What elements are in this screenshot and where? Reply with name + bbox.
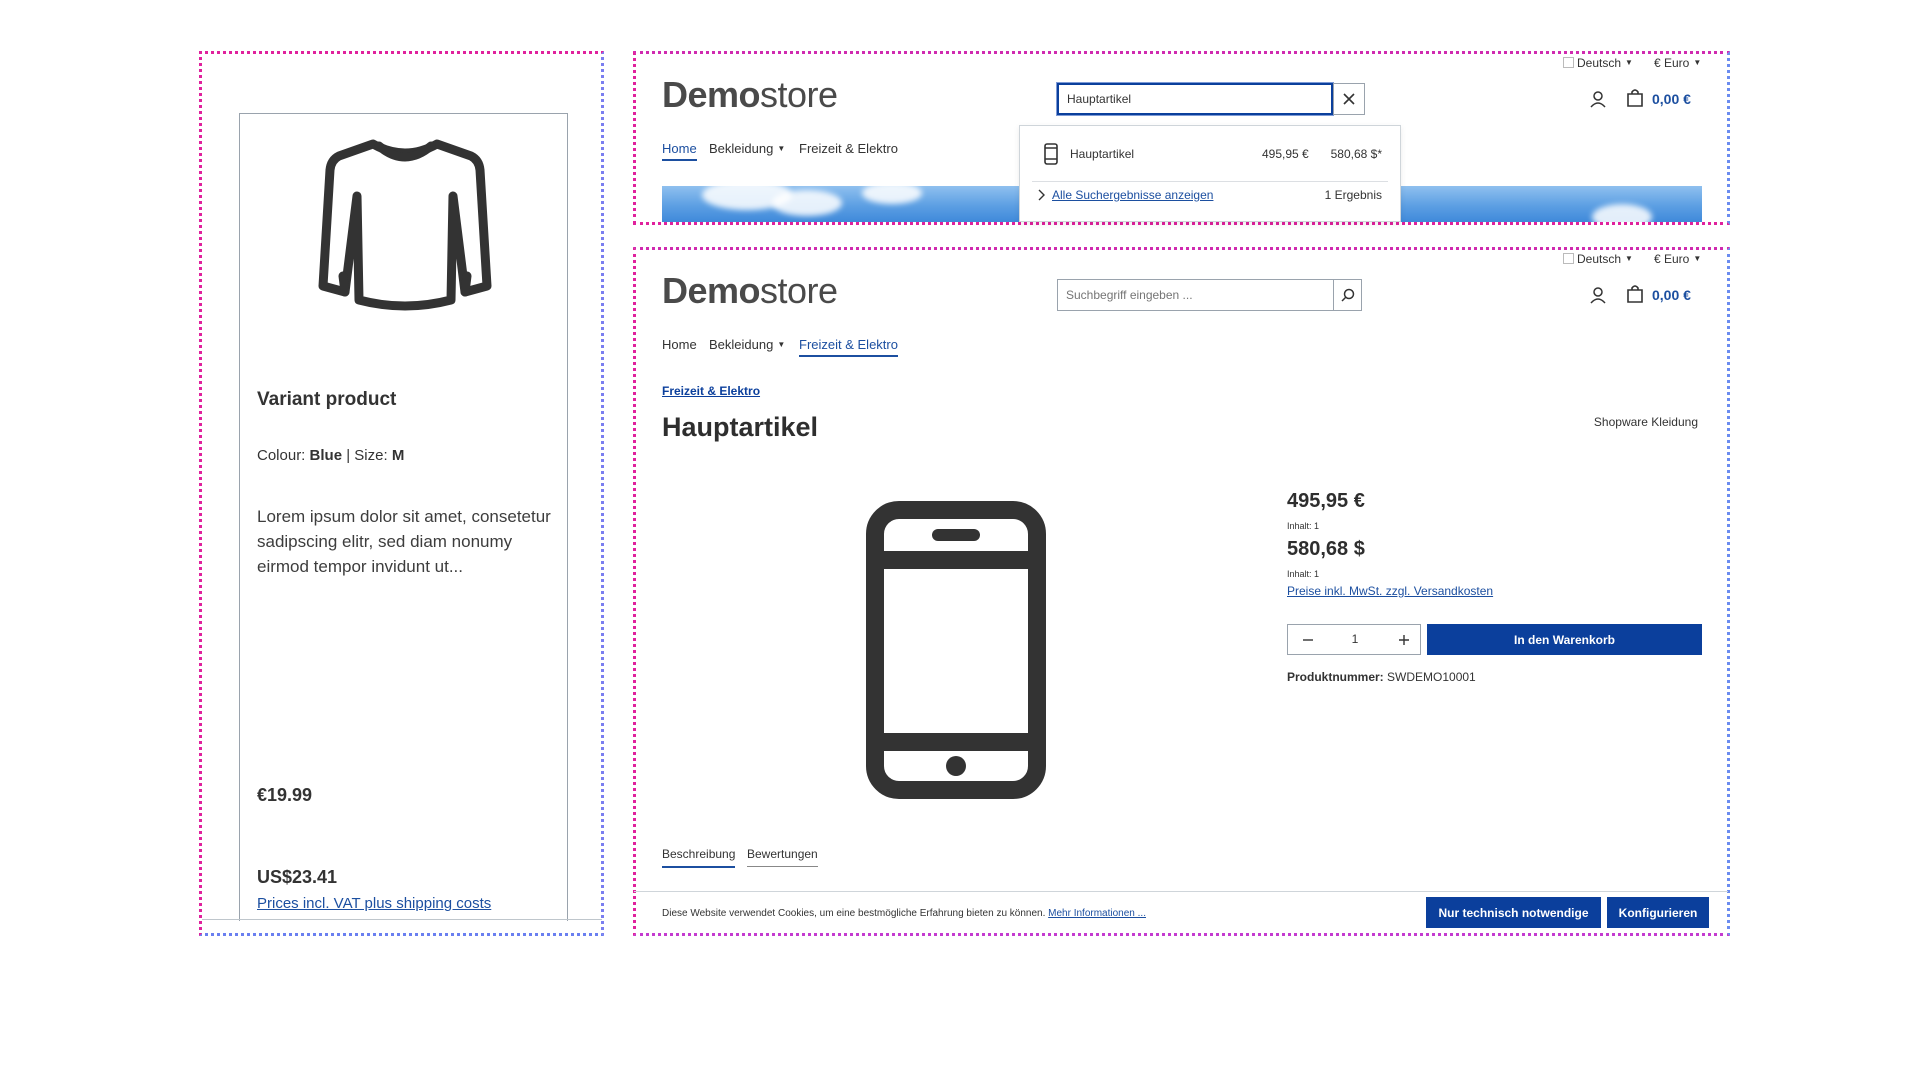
card-description: Lorem ipsum dolor sit amet, consetetur s… bbox=[257, 507, 551, 576]
suggestion-item[interactable]: Hauptartikel 495,95 € 580,68 $* bbox=[1032, 143, 1388, 168]
card-title[interactable]: Variant product bbox=[257, 389, 396, 411]
tab-description[interactable]: Beschreibung bbox=[662, 847, 736, 868]
decrease-button[interactable] bbox=[1292, 625, 1324, 654]
result-count: 1 Ergebnis bbox=[1324, 188, 1382, 202]
card-price-eur: €19.99 bbox=[257, 785, 313, 805]
cart-total[interactable]: 0,00 € bbox=[1652, 287, 1691, 303]
chevron-down-icon: ▼ bbox=[777, 144, 786, 153]
product-card[interactable]: Variant product Colour: Blue | Size: M L… bbox=[239, 113, 568, 921]
close-icon bbox=[1343, 93, 1355, 105]
cookie-bar-divider bbox=[634, 891, 1728, 892]
variant-size-value: M bbox=[391, 447, 405, 464]
manufacturer-name[interactable]: Shopware Kleidung bbox=[1594, 415, 1698, 429]
cart-total[interactable]: 0,00 € bbox=[1652, 91, 1691, 107]
search-suggestions-dropdown: Hauptartikel 495,95 € 580,68 $* Alle Suc… bbox=[1019, 125, 1401, 222]
increase-button[interactable] bbox=[1388, 625, 1420, 654]
variant-size-label: | Size: bbox=[342, 447, 388, 464]
product-number: Produktnummer: SWDEMO10001 bbox=[1287, 670, 1476, 684]
cookie-notice: Diese Website verwendet Cookies, um eine… bbox=[662, 908, 1146, 919]
card-price-usd: US$23.41 bbox=[257, 867, 338, 887]
chevron-right-icon bbox=[1038, 189, 1046, 204]
nav-clothing[interactable]: Bekleidung ▼ bbox=[709, 337, 785, 352]
suggestion-price-eur: 495,95 € bbox=[1262, 147, 1309, 161]
cart-icon[interactable] bbox=[1625, 284, 1645, 309]
account-icon[interactable] bbox=[1589, 286, 1607, 309]
store-logo[interactable]: Demostore bbox=[662, 270, 838, 312]
card-tax-link[interactable]: Prices incl. VAT plus shipping costs bbox=[257, 895, 491, 912]
tax-shipping-link[interactable]: Preise inkl. MwSt. zzgl. Versandkosten bbox=[1287, 584, 1493, 598]
minus-icon bbox=[1303, 638, 1313, 641]
quantity-value[interactable]: 1 bbox=[1328, 632, 1382, 646]
search-icon[interactable] bbox=[1334, 279, 1362, 311]
add-to-cart-button[interactable]: In den Warenkorb bbox=[1427, 624, 1702, 655]
store-logo[interactable]: Demostore bbox=[662, 74, 838, 116]
nav-home[interactable]: Home bbox=[662, 141, 697, 161]
cookie-configure-button[interactable]: Konfigurieren bbox=[1607, 897, 1709, 928]
chevron-down-icon: ▼ bbox=[777, 340, 786, 349]
variant-colour-label: Colour: bbox=[257, 447, 306, 464]
breadcrumb[interactable]: Freizeit & Elektro bbox=[662, 384, 760, 398]
language-flag-icon bbox=[1563, 57, 1574, 68]
product-frame bbox=[633, 247, 1730, 936]
search-input[interactable] bbox=[1057, 279, 1334, 311]
product-number-value: SWDEMO10001 bbox=[1387, 670, 1476, 684]
chevron-down-icon: ▼ bbox=[1693, 254, 1702, 263]
nav-home[interactable]: Home bbox=[662, 337, 697, 352]
variant-info: Colour: Blue | Size: M bbox=[257, 447, 404, 464]
suggestion-name: Hauptartikel bbox=[1070, 147, 1135, 161]
content-usd: Inhalt: 1 bbox=[1287, 569, 1320, 579]
nav-leisure[interactable]: Freizeit & Elektro bbox=[799, 141, 898, 156]
language-flag-icon bbox=[1563, 253, 1574, 264]
search-clear-button[interactable] bbox=[1333, 83, 1365, 115]
chevron-down-icon: ▼ bbox=[1693, 58, 1702, 67]
content-eur: Inhalt: 1 bbox=[1287, 521, 1320, 531]
account-icon[interactable] bbox=[1589, 90, 1607, 113]
quantity-stepper: 1 bbox=[1287, 624, 1421, 655]
dropdown-divider bbox=[1032, 181, 1388, 182]
phone-icon bbox=[1044, 143, 1058, 168]
page-title: Hauptartikel bbox=[662, 412, 819, 442]
currency-selector[interactable]: € Euro ▼ bbox=[1654, 56, 1701, 70]
cookie-necessary-button[interactable]: Nur technisch notwendige bbox=[1426, 897, 1601, 928]
all-results-row: Alle Suchergebnisse anzeigen 1 Ergebnis bbox=[1032, 188, 1388, 208]
chevron-down-icon: ▼ bbox=[1625, 58, 1633, 67]
nav-leisure[interactable]: Freizeit & Elektro bbox=[799, 337, 898, 357]
all-results-link[interactable]: Alle Suchergebnisse anzeigen bbox=[1052, 188, 1213, 202]
search-input[interactable] bbox=[1057, 83, 1333, 115]
price-eur: 495,95 € bbox=[1287, 490, 1365, 512]
product-number-label: Produktnummer: bbox=[1287, 670, 1384, 684]
shirt-icon bbox=[313, 136, 497, 314]
cookie-more-link[interactable]: Mehr Informationen ... bbox=[1048, 908, 1146, 919]
price-usd: 580,68 $ bbox=[1287, 538, 1365, 560]
nav-clothing[interactable]: Bekleidung ▼ bbox=[709, 141, 785, 156]
tab-reviews[interactable]: Bewertungen bbox=[747, 847, 818, 867]
card-divider bbox=[202, 919, 602, 920]
language-selector[interactable]: Deutsch ▼ bbox=[1563, 56, 1633, 70]
chevron-down-icon: ▼ bbox=[1625, 254, 1633, 263]
suggestion-price-usd: 580,68 $* bbox=[1330, 147, 1382, 161]
variant-colour-value: Blue bbox=[309, 447, 343, 464]
cookie-text: Diese Website verwendet Cookies, um eine… bbox=[662, 908, 1046, 919]
phone-icon bbox=[866, 501, 1046, 804]
currency-selector[interactable]: € Euro ▼ bbox=[1654, 252, 1701, 266]
cart-icon[interactable] bbox=[1625, 88, 1645, 113]
language-selector[interactable]: Deutsch ▼ bbox=[1563, 252, 1633, 266]
plus-icon bbox=[1399, 634, 1409, 645]
